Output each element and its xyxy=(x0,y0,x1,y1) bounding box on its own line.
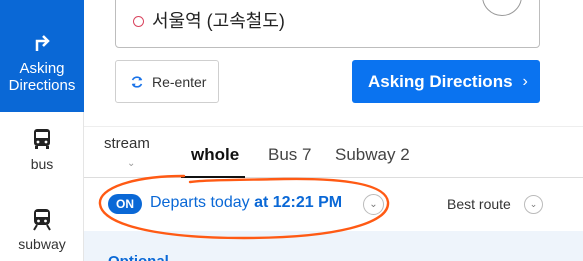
tab-whole[interactable]: whole xyxy=(191,145,239,165)
destination-field[interactable]: 서울역 (고속철도) xyxy=(115,0,540,48)
departure-text: Departs today xyxy=(150,194,250,211)
sidebar-item-label: Asking Directions xyxy=(8,60,76,94)
sort-best-route[interactable]: Best route xyxy=(447,196,511,212)
sidebar-item-label: subway xyxy=(18,236,66,252)
sidebar-item-label: bus xyxy=(30,156,54,172)
results-heading: Optional xyxy=(108,253,169,261)
destination-value: 서울역 (고속철도) xyxy=(152,11,285,31)
sidebar-item-bus[interactable]: bus xyxy=(0,126,84,186)
refresh-icon xyxy=(130,75,144,89)
chevron-down-icon: ⌄ xyxy=(127,158,136,169)
on-badge[interactable]: ON xyxy=(108,194,142,214)
chevron-down-icon[interactable]: ⌄ xyxy=(524,195,543,214)
sidebar-item-asking-directions[interactable]: Asking Directions xyxy=(0,0,84,112)
tab-subway-2[interactable]: Subway 2 xyxy=(335,145,410,165)
subway-icon xyxy=(29,206,55,232)
departure-time: at 12:21 PM xyxy=(254,194,343,211)
turn-right-arrow-icon xyxy=(29,30,55,56)
asking-directions-button[interactable]: Asking Directions › xyxy=(352,60,540,103)
divider xyxy=(84,126,583,127)
destination-marker-icon xyxy=(133,16,144,27)
departure-time-button[interactable]: Departs today at 12:21 PM xyxy=(150,194,342,212)
chevron-right-icon: › xyxy=(522,72,528,90)
departure-row: ON Departs today at 12:21 PM ⌄ Best rout… xyxy=(84,178,583,231)
stream-filter[interactable]: stream xyxy=(104,135,150,152)
chevron-down-icon[interactable]: ⌄ xyxy=(363,194,384,215)
sidebar-item-subway[interactable]: subway xyxy=(0,206,84,261)
bus-icon xyxy=(29,126,55,152)
tab-bus-7[interactable]: Bus 7 xyxy=(268,145,311,165)
reenter-button[interactable]: Re-enter xyxy=(115,60,219,103)
reenter-label: Re-enter xyxy=(152,73,207,90)
asking-directions-label: Asking Directions xyxy=(368,71,513,91)
sidebar: Asking Directions bus subway xyxy=(0,0,84,261)
results-area: Optional xyxy=(84,231,583,261)
